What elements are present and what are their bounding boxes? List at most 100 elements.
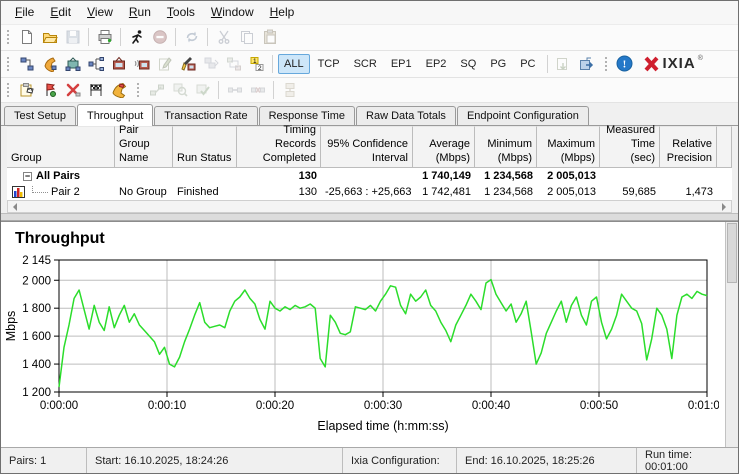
table-horizontal-scrollbar[interactable] [7, 200, 732, 214]
add-voip-pair-icon[interactable] [38, 53, 61, 75]
view-button-pc[interactable]: PC [514, 54, 541, 74]
add-multicast-group-icon[interactable] [61, 53, 84, 75]
new-test-icon[interactable] [15, 26, 38, 48]
export-results-icon[interactable] [575, 53, 598, 75]
col-header-group[interactable]: Group [7, 126, 115, 169]
svg-text:0:00:00: 0:00:00 [40, 400, 78, 412]
toolbar-grip[interactable] [603, 55, 608, 72]
svg-text:1: 1 [253, 57, 257, 64]
col-header-maximum[interactable]: Maximum (Mbps) [537, 126, 600, 169]
view-button-sq[interactable]: SQ [454, 54, 482, 74]
all-pairs-minimum: 1 234,568 [484, 170, 533, 183]
menu-window[interactable]: Window [203, 2, 262, 22]
toolbar-grip[interactable] [136, 82, 140, 99]
menu-edit[interactable]: Edit [42, 2, 79, 22]
view-button-ep2[interactable]: EP2 [420, 54, 453, 74]
toolbar-grip[interactable] [6, 29, 10, 46]
table-row-all-pairs[interactable]: − All Pairs 130 1 740,149 1 234,568 2 00… [7, 168, 732, 185]
add-vod-pair-icon[interactable] [130, 53, 153, 75]
toolbar-separator [273, 81, 274, 100]
run-test-icon[interactable] [125, 26, 148, 48]
add-pair-icon[interactable] [15, 53, 38, 75]
pair2-measured-time: 59,685 [622, 186, 656, 199]
open-test-icon[interactable] [38, 26, 61, 48]
view-button-scr[interactable]: SCR [348, 54, 383, 74]
view-button-pg[interactable]: PG [484, 54, 512, 74]
menu-file[interactable]: File [7, 2, 42, 22]
tab-raw-data-totals[interactable]: Raw Data Totals [356, 106, 456, 126]
print-icon[interactable] [93, 26, 116, 48]
status-run-time: Run time: 00:01:00 [645, 448, 693, 473]
save-results-icon [552, 53, 575, 75]
all-pairs-average: 1 740,149 [422, 170, 471, 183]
svg-text:1 800: 1 800 [22, 303, 51, 315]
scroll-right-icon[interactable] [722, 202, 730, 211]
svg-text:Mbps: Mbps [4, 311, 18, 342]
abort-test-icon[interactable] [61, 79, 84, 101]
status-configuration: Ixia Configuration: [343, 448, 457, 473]
collapse-toggle-icon[interactable]: − [23, 171, 32, 181]
svg-text:Elapsed time (h:mm:ss): Elapsed time (h:mm:ss) [317, 419, 448, 433]
svg-text:2 000: 2 000 [22, 276, 51, 288]
col-header-pair-group-name[interactable]: Pair Group Name [115, 124, 173, 169]
tab-test-setup[interactable]: Test Setup [4, 106, 76, 126]
svg-text:0:00:30: 0:00:30 [364, 400, 402, 412]
col-header-confidence-interval[interactable]: 95% Confidence Interval [321, 126, 413, 169]
add-pair-tree-icon[interactable] [84, 53, 107, 75]
pair2-group-name: No Group [119, 186, 167, 199]
menu-tools[interactable]: Tools [159, 2, 203, 22]
toolbar-separator [218, 81, 219, 100]
scroll-left-icon[interactable] [9, 202, 17, 211]
table-row-pair2[interactable]: Pair 2 No Group Finished 130 -25,663 : +… [7, 184, 732, 201]
col-header-average[interactable]: Average (Mbps) [413, 126, 475, 169]
toolbar-grip[interactable] [6, 55, 10, 72]
tab-throughput[interactable]: Throughput [76, 104, 154, 127]
pair2-minimum: 1 234,568 [484, 186, 533, 199]
toolbar-separator [207, 28, 208, 47]
copy-icon [235, 26, 258, 48]
toolbar-grip[interactable] [6, 82, 10, 99]
toolbar-separator [546, 54, 548, 73]
col-header-timing-records[interactable]: Timing Records Completed [237, 124, 321, 169]
tab-response-time[interactable]: Response Time [258, 106, 356, 126]
dial-endpoint-icon[interactable] [107, 79, 130, 101]
menu-run[interactable]: Run [121, 2, 159, 22]
start-wizard-icon[interactable] [38, 79, 61, 101]
throughput-chart[interactable]: 2 145 2 000 1 800 1 600 1 400 1 2000:00:00 0:0… [1, 250, 726, 438]
unlink-endpoints-icon [246, 79, 269, 101]
swap-endpoints-icon [222, 53, 245, 75]
edit-pair-icon [153, 53, 176, 75]
add-video-pair-icon[interactable] [107, 53, 130, 75]
svg-text:1 200: 1 200 [22, 387, 51, 399]
about-info-icon[interactable]: ! [613, 53, 636, 75]
view-button-ep1[interactable]: EP1 [385, 54, 418, 74]
toolbar-file [1, 24, 738, 51]
col-header-relative-precision[interactable]: Relative Precision [660, 126, 717, 169]
tab-endpoint-configuration[interactable]: Endpoint Configuration [456, 106, 589, 126]
edit-run-options-icon[interactable] [176, 53, 199, 75]
toolbar-separator [120, 28, 121, 47]
ixia-logo-text: IXIA [662, 55, 696, 73]
scrollbar-thumb[interactable] [727, 223, 737, 284]
tab-transaction-rate[interactable]: Transaction Rate [154, 106, 258, 126]
menu-bar: File Edit View Run Tools Window Help [1, 1, 738, 25]
menu-view[interactable]: View [79, 2, 121, 22]
pair2-average: 1 742,481 [422, 186, 471, 199]
test-setup-clipboard-icon[interactable] [15, 79, 38, 101]
renumber-pairs-icon[interactable]: 12 [245, 53, 268, 75]
col-header-measured-time[interactable]: Measured Time (sec) [600, 124, 660, 169]
menu-help[interactable]: Help [262, 2, 303, 22]
all-pairs-timing-records: 130 [298, 170, 317, 183]
pane-splitter[interactable] [1, 213, 738, 222]
col-header-minimum[interactable]: Minimum (Mbps) [475, 126, 537, 169]
pair2-timing-records: 130 [298, 186, 317, 199]
compare-results-icon[interactable] [84, 79, 107, 101]
col-header-run-status[interactable]: Run Status [173, 126, 237, 169]
browse-endpoint-icon [168, 79, 191, 101]
view-button-all[interactable]: ALL [278, 53, 310, 74]
view-button-tcp[interactable]: TCP [312, 54, 346, 74]
chart-vertical-scrollbar[interactable] [725, 222, 738, 448]
save-test-icon [61, 26, 84, 48]
status-end-time: End: 16.10.2025, 18:25:26 [457, 448, 637, 473]
svg-text:2 145: 2 145 [22, 255, 51, 267]
